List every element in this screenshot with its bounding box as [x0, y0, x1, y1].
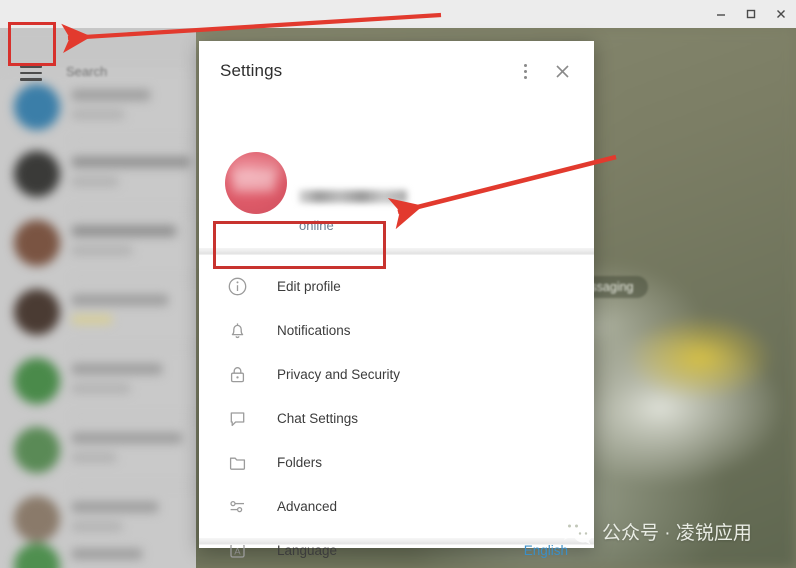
settings-item-label: Privacy and Security — [277, 366, 401, 382]
chat-list-blurred-content — [0, 28, 196, 568]
list-item-subtitle — [72, 246, 132, 255]
folder-icon — [225, 450, 249, 474]
list-item-title — [72, 295, 168, 305]
more-vertical-icon[interactable] — [513, 59, 537, 83]
list-item-subtitle — [72, 315, 112, 324]
profile-name-redacted — [299, 190, 407, 203]
settings-item-label: Folders — [277, 454, 323, 470]
svg-text:A: A — [234, 546, 241, 557]
list-item-title — [72, 433, 182, 443]
lock-icon — [225, 362, 249, 386]
settings-item-chat-settings[interactable]: Chat Settings — [199, 396, 594, 440]
divider — [199, 248, 594, 255]
settings-item-label: Notifications — [277, 322, 351, 338]
avatar — [14, 427, 60, 473]
hamburger-menu-icon[interactable] — [14, 58, 48, 88]
settings-item-folders[interactable]: Folders — [199, 440, 594, 484]
watermark: 公众号 · 凌锐应用 — [560, 516, 752, 546]
avatar[interactable] — [225, 152, 287, 214]
window-titlebar — [0, 0, 796, 28]
list-item[interactable] — [0, 348, 196, 416]
search-input[interactable]: Search — [66, 64, 107, 79]
list-item-title — [72, 364, 162, 374]
list-item-title — [72, 90, 150, 100]
settings-item-language[interactable]: A Language English — [199, 528, 594, 568]
settings-dialog: Settings online Edit profile Notificatio… — [199, 41, 594, 558]
settings-menu-list: Edit profile Notifications Privacy and S… — [199, 264, 594, 568]
chat-bubble-icon — [225, 406, 249, 430]
dot — [523, 63, 527, 67]
avatar — [14, 151, 60, 197]
list-item-subtitle — [72, 522, 122, 531]
list-item-title — [72, 502, 158, 512]
dot — [523, 69, 527, 73]
settings-item-label: Edit profile — [277, 278, 341, 294]
avatar — [14, 543, 60, 568]
page-title: Settings — [220, 61, 283, 80]
dialog-header: Settings — [199, 41, 594, 99]
settings-item-label: Advanced — [277, 498, 338, 514]
watermark-text: 公众号 · 凌锐应用 — [602, 522, 752, 544]
list-item-subtitle — [72, 453, 116, 462]
avatar — [14, 84, 60, 130]
status-badge: online — [299, 218, 334, 233]
list-item-title — [72, 157, 190, 167]
list-item[interactable] — [0, 210, 196, 278]
wechat-logo-icon — [561, 518, 592, 545]
list-item-title — [72, 549, 142, 559]
list-item-subtitle — [72, 110, 124, 119]
info-circle-icon — [225, 274, 249, 298]
close-icon[interactable] — [549, 58, 575, 84]
hamburger-bar — [20, 65, 42, 68]
avatar — [14, 358, 60, 404]
list-item[interactable] — [0, 141, 196, 209]
settings-item-privacy-and-security[interactable]: Privacy and Security — [199, 352, 594, 396]
profile-section[interactable]: online — [199, 99, 594, 251]
sliders-icon — [225, 494, 249, 518]
list-item-subtitle — [72, 177, 118, 186]
minimize-button[interactable] — [706, 0, 736, 28]
hamburger-bar — [20, 71, 42, 75]
settings-item-edit-profile[interactable]: Edit profile — [199, 264, 594, 308]
list-item-subtitle — [72, 384, 130, 393]
avatar — [14, 289, 60, 335]
list-item[interactable] — [0, 279, 196, 347]
avatar — [14, 220, 60, 266]
dot — [523, 75, 527, 79]
application-window: Search ...ssaging Settings online Edit p… — [0, 0, 796, 568]
divider — [199, 538, 594, 545]
settings-item-advanced[interactable]: Advanced — [199, 484, 594, 528]
list-item[interactable] — [0, 417, 196, 485]
list-item-title — [72, 226, 176, 236]
close-button[interactable] — [766, 0, 796, 28]
list-item[interactable] — [0, 533, 196, 568]
bell-icon — [225, 318, 249, 342]
hamburger-bar — [20, 78, 42, 81]
chat-list-panel[interactable]: Search — [0, 28, 196, 568]
settings-item-notifications[interactable]: Notifications — [199, 308, 594, 352]
settings-item-label: Chat Settings — [277, 410, 359, 426]
maximize-button[interactable] — [736, 0, 766, 28]
